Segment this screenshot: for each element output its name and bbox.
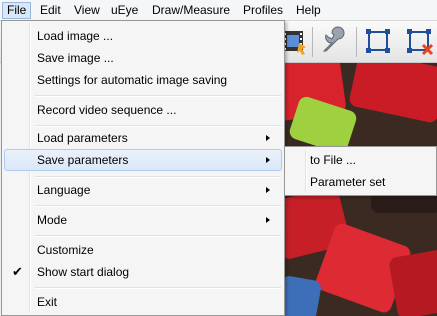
- menu-separator: [35, 176, 281, 178]
- submenu-arrow-icon: [266, 217, 270, 223]
- menu-item-label: Record video sequence ...: [37, 103, 177, 117]
- submenu-arrow-icon: [266, 187, 270, 193]
- toolbar-separator: [312, 27, 313, 57]
- menu-item-language[interactable]: Language: [4, 179, 282, 201]
- menu-item-label: Load parameters: [37, 131, 128, 145]
- menu-draw-measure[interactable]: Draw/Measure: [148, 2, 234, 19]
- roi-delete-icon[interactable]: [403, 25, 435, 57]
- menu-item-label: Save image ...: [37, 51, 114, 65]
- menu-separator: [35, 95, 281, 97]
- menu-ueye[interactable]: uEye: [107, 2, 142, 19]
- menu-item-label: Load image ...: [37, 29, 114, 43]
- menu-bar: File Edit View uEye Draw/Measure Profile…: [0, 0, 437, 21]
- menu-item-mode[interactable]: Mode: [4, 209, 282, 231]
- toolbar-separator: [356, 27, 357, 57]
- menu-help[interactable]: Help: [292, 2, 325, 19]
- submenu-item-parameter-set[interactable]: Parameter set: [310, 171, 385, 193]
- menu-separator: [35, 287, 281, 289]
- wrench-icon[interactable]: [318, 25, 350, 57]
- menu-item-label: Settings for automatic image saving: [37, 73, 228, 87]
- menu-item-customize[interactable]: Customize: [4, 239, 282, 261]
- image-cube-red: [348, 63, 437, 124]
- menu-item-load-parameters[interactable]: Load parameters: [4, 127, 282, 149]
- file-menu: Load image ... Save image ... Settings f…: [1, 20, 285, 316]
- menu-item-load-image[interactable]: Load image ...: [4, 25, 282, 47]
- menu-item-label: Save parameters: [37, 153, 129, 167]
- menu-separator: [35, 205, 281, 207]
- image-cube-blue: [283, 274, 323, 316]
- menu-item-exit[interactable]: Exit: [4, 291, 282, 313]
- menu-file[interactable]: File: [2, 2, 32, 19]
- submenu-arrow-icon: [266, 157, 270, 163]
- menu-item-show-start-dialog[interactable]: ✔ Show start dialog: [4, 261, 282, 283]
- menu-item-label: Customize: [37, 243, 94, 257]
- menu-gutter: [305, 149, 307, 193]
- menu-item-label: Exit: [37, 295, 58, 309]
- checkmark-icon: ✔: [12, 264, 23, 279]
- save-parameters-submenu: to File ... Parameter set: [284, 146, 437, 196]
- menu-item-label: Mode: [37, 213, 68, 227]
- menu-item-record-video[interactable]: Record video sequence ...: [4, 99, 282, 121]
- image-cube-red: [388, 248, 437, 316]
- menu-view[interactable]: View: [70, 2, 104, 19]
- menu-item-label: Show start dialog: [37, 265, 130, 279]
- menu-item-save-image[interactable]: Save image ...: [4, 47, 282, 69]
- menu-separator: [35, 235, 281, 237]
- menu-edit[interactable]: Edit: [36, 2, 65, 19]
- submenu-arrow-icon: [266, 135, 270, 141]
- submenu-item-to-file[interactable]: to File ...: [310, 149, 356, 171]
- menu-item-label: Language: [37, 183, 91, 197]
- roi-frame-icon[interactable]: [362, 25, 394, 57]
- menu-profiles[interactable]: Profiles: [239, 2, 287, 19]
- menu-item-save-parameters[interactable]: Save parameters: [4, 149, 282, 171]
- menu-item-auto-save-settings[interactable]: Settings for automatic image saving: [4, 69, 282, 91]
